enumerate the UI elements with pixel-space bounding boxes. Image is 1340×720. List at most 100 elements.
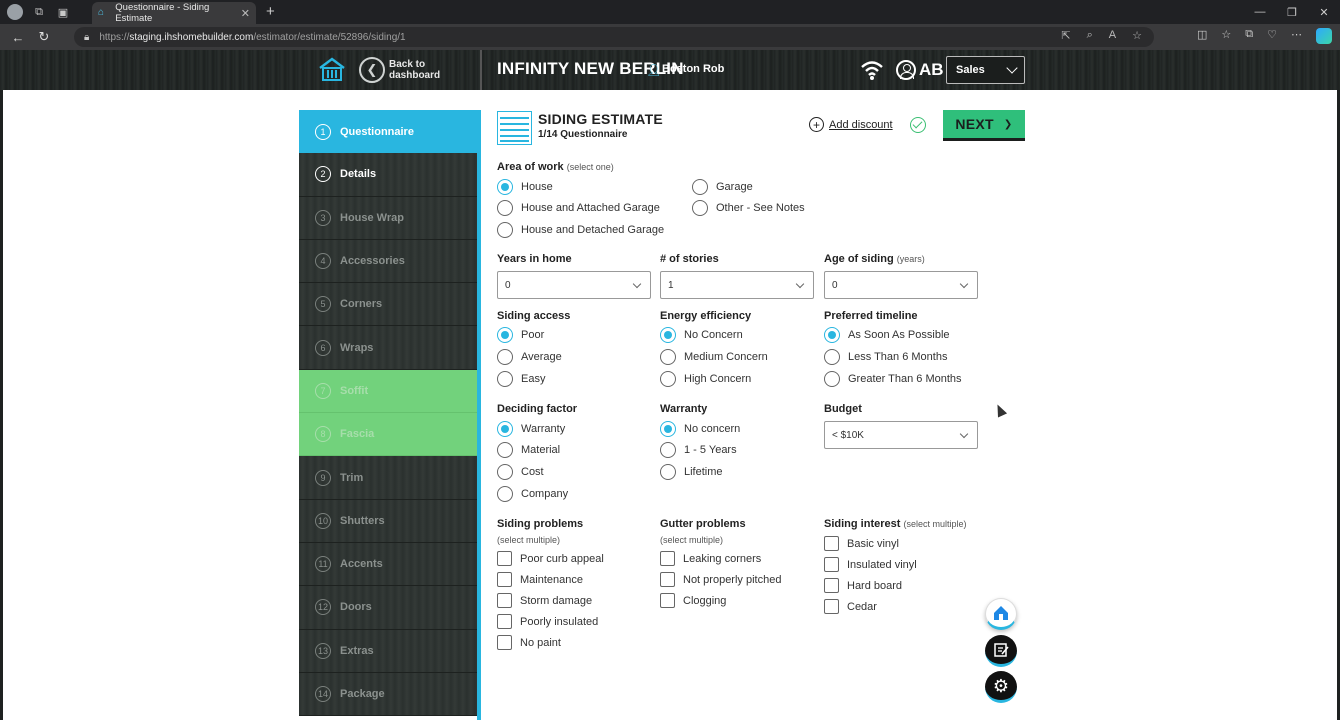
years-in-home-select[interactable]: 0 (497, 271, 651, 299)
factor-cost[interactable]: Cost (497, 464, 544, 480)
energy-efficiency-label: Energy efficiency (660, 310, 752, 322)
step-details[interactable]: 2 Details (299, 153, 477, 197)
browser-tab[interactable]: ⌂ Questionnaire - Siding Estimate ✕ (92, 2, 256, 24)
warranty-no-concern[interactable]: No concern (660, 421, 740, 437)
page-subtitle: 1/14 Questionnaire (538, 129, 628, 140)
add-discount-link[interactable]: + Add discount (809, 117, 893, 132)
stories-label: # of stories (660, 253, 719, 265)
wifi-icon (861, 61, 883, 80)
step-accents[interactable]: 11 Accents (299, 542, 477, 587)
siding-estimate-icon (497, 111, 532, 145)
minimize-icon[interactable]: — (1244, 6, 1276, 18)
home-logo-icon[interactable] (318, 56, 346, 82)
copilot-icon[interactable] (1316, 28, 1332, 44)
step-wraps[interactable]: 6 Wraps (299, 326, 477, 370)
collections-icon[interactable]: ⧉ (1245, 28, 1253, 44)
account-avatar-icon[interactable] (896, 60, 916, 80)
address-bar[interactable]: 🔒︎ https://staging.ihshomebuilder.com/es… (74, 27, 1154, 47)
warranty-lifetime[interactable]: Lifetime (660, 464, 723, 480)
back-to-dashboard-link[interactable]: Back to dashboard (389, 59, 449, 81)
chevron-down-icon (959, 429, 969, 439)
tab-actions-icon[interactable]: ▣ (55, 4, 71, 20)
problem-poor-curb-appeal[interactable]: Poor curb appeal (497, 551, 604, 566)
refresh-icon[interactable]: ↻ (36, 29, 52, 45)
stories-select[interactable]: 1 (660, 271, 814, 299)
back-to-dashboard-icon[interactable]: ❮ (359, 57, 385, 83)
area-option-house[interactable]: House (497, 179, 553, 195)
area-option-detached-garage[interactable]: House and Detached Garage (497, 222, 664, 238)
step-doors[interactable]: 12 Doors (299, 586, 477, 630)
step-shutters[interactable]: 10 Shutters (299, 499, 477, 543)
gutter-clogging[interactable]: Clogging (660, 593, 726, 608)
favorites-icon[interactable]: ☆ (1221, 28, 1231, 44)
factor-material[interactable]: Material (497, 442, 560, 458)
home-fab-button[interactable] (985, 598, 1017, 630)
step-corners[interactable]: 5 Corners (299, 283, 477, 327)
interest-cedar[interactable]: Cedar (824, 599, 877, 614)
steps-sidebar: 1 Questionnaire 2 Details 3 House Wrap 4 Acc… (299, 110, 477, 717)
step-house-wrap[interactable]: 3 House Wrap (299, 196, 477, 240)
energy-medium-concern[interactable]: Medium Concern (660, 349, 768, 365)
area-option-garage[interactable]: Garage (692, 179, 753, 195)
open-in-app-icon[interactable]: ⇱ (1061, 29, 1070, 42)
step-fascia[interactable]: 8 Fascia (299, 413, 477, 457)
age-of-siding-select[interactable]: 0 (824, 271, 978, 299)
header-divider (480, 50, 482, 90)
zoom-icon[interactable]: ⌕ (1087, 29, 1093, 42)
step-extras[interactable]: 13 Extras (299, 629, 477, 673)
siding-access-easy[interactable]: Easy (497, 371, 545, 387)
site-favicon-icon: ⌂ (98, 7, 105, 18)
notes-fab-button[interactable] (985, 635, 1017, 667)
interest-insulated-vinyl[interactable]: Insulated vinyl (824, 557, 917, 572)
warranty-1-5-years[interactable]: 1 - 5 Years (660, 442, 737, 458)
problem-poorly-insulated[interactable]: Poorly insulated (497, 614, 598, 629)
step-questionnaire[interactable]: 1 Questionnaire (299, 110, 477, 154)
gutter-leaking-corners[interactable]: Leaking corners (660, 551, 761, 566)
settings-fab-button[interactable]: ⚙ (985, 671, 1017, 703)
interest-basic-vinyl[interactable]: Basic vinyl (824, 536, 899, 551)
gutter-problems-label: Gutter problems (660, 518, 746, 530)
favorite-star-icon[interactable]: ☆ (1132, 29, 1142, 42)
problem-no-paint[interactable]: No paint (497, 635, 561, 650)
energy-high-concern[interactable]: High Concern (660, 371, 751, 387)
close-window-icon[interactable]: ✕ (1308, 6, 1340, 19)
gear-icon: ⚙ (992, 675, 1010, 696)
step-soffit[interactable]: 7 Soffit (299, 369, 477, 414)
more-menu-icon[interactable]: ⋯ (1291, 28, 1302, 44)
url-text: https://staging.ihshomebuilder.com/estim… (99, 31, 406, 43)
close-tab-icon[interactable]: ✕ (241, 7, 250, 20)
step-trim[interactable]: 9 Trim (299, 456, 477, 500)
read-aloud-icon[interactable]: A (1109, 29, 1116, 42)
check-circle-icon[interactable] (910, 117, 926, 133)
chevron-down-icon (1006, 62, 1018, 74)
mouse-cursor-icon (992, 402, 1008, 418)
new-tab-icon[interactable]: + (266, 4, 275, 20)
back-nav-icon[interactable]: ← (10, 30, 26, 45)
siding-access-poor[interactable]: Poor (497, 327, 544, 343)
role-select[interactable]: Sales (946, 56, 1025, 84)
problem-maintenance[interactable]: Maintenance (497, 572, 583, 587)
interest-hard-board[interactable]: Hard board (824, 578, 902, 593)
timeline-greater-6-months[interactable]: Greater Than 6 Months (824, 371, 962, 387)
workspaces-icon[interactable]: ⧉ (31, 4, 47, 20)
step-package[interactable]: 14 Package (299, 672, 477, 717)
step-accessories[interactable]: 4 Accessories (299, 239, 477, 284)
gutter-not-properly-pitched[interactable]: Not properly pitched (660, 572, 781, 587)
budget-select[interactable]: < $10K (824, 421, 978, 449)
user-initials[interactable]: AB (919, 60, 944, 80)
next-button[interactable]: NEXT ❯ (943, 110, 1025, 141)
siding-access-average[interactable]: Average (497, 349, 562, 365)
profile-icon[interactable] (7, 4, 23, 20)
area-option-attached-garage[interactable]: House and Attached Garage (497, 200, 660, 216)
gutter-problems-hint: (select multiple) (660, 535, 724, 545)
problem-storm-damage[interactable]: Storm damage (497, 593, 592, 608)
energy-no-concern[interactable]: No Concern (660, 327, 743, 343)
restore-icon[interactable]: ❐ (1276, 6, 1308, 19)
timeline-less-6-months[interactable]: Less Than 6 Months (824, 349, 947, 365)
area-option-other[interactable]: Other - See Notes (692, 200, 805, 216)
split-screen-icon[interactable]: ◫ (1197, 28, 1207, 44)
factor-warranty[interactable]: Warranty (497, 421, 565, 437)
health-icon[interactable]: ♡ (1267, 28, 1277, 44)
factor-company[interactable]: Company (497, 486, 568, 502)
timeline-asap[interactable]: As Soon As Possible (824, 327, 950, 343)
